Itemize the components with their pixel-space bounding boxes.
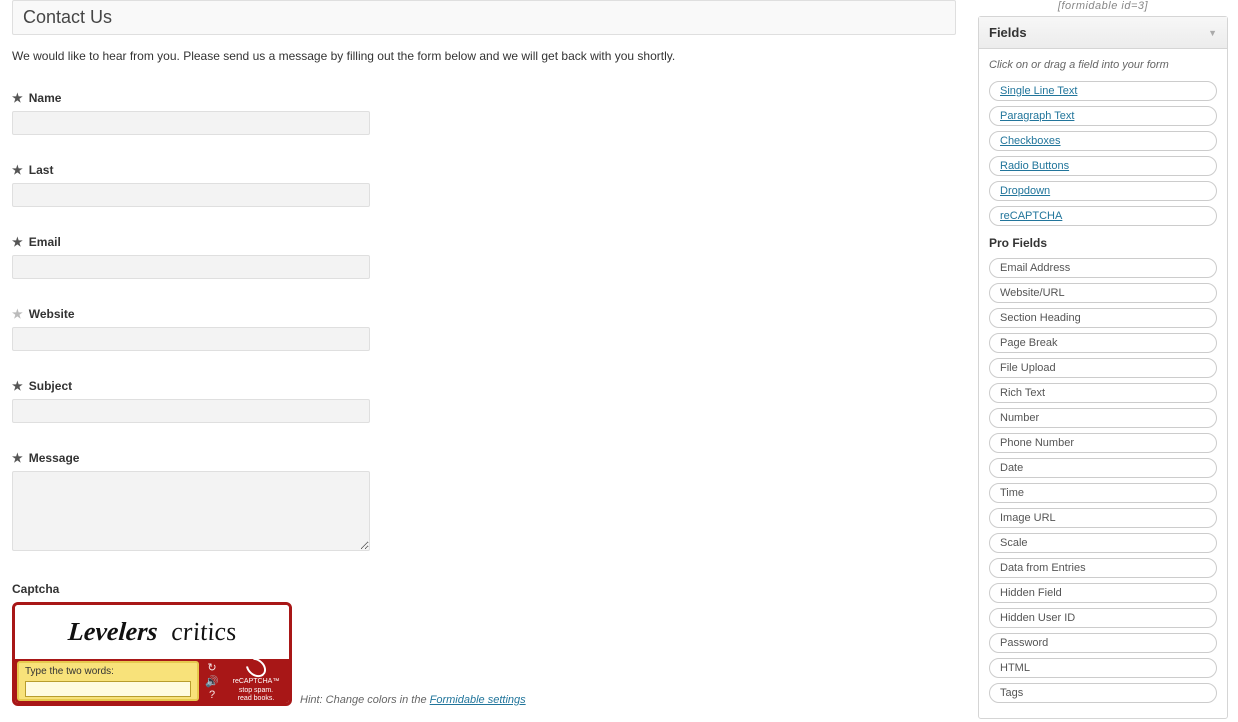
- fields-panel-hint: Click on or drag a field into your form: [989, 59, 1217, 71]
- required-icon: ★: [12, 91, 23, 105]
- field-type-hidden-field[interactable]: Hidden Field: [989, 583, 1217, 603]
- field-type-rich-text[interactable]: Rich Text: [989, 383, 1217, 403]
- required-icon: ★: [12, 379, 23, 393]
- captcha-hint: Hint: Change colors in the Formidable se…: [300, 694, 526, 706]
- field-type-time[interactable]: Time: [989, 483, 1217, 503]
- form-title: Contact Us: [23, 7, 945, 28]
- collapse-icon[interactable]: ▼: [1208, 28, 1217, 38]
- required-icon: ★: [12, 235, 23, 249]
- field-label: ★ Name: [12, 91, 956, 105]
- email-input[interactable]: [12, 255, 370, 279]
- field-subject[interactable]: ★ Subject: [12, 379, 956, 423]
- name-input[interactable]: [12, 111, 370, 135]
- recaptcha-input[interactable]: [25, 681, 191, 697]
- field-type-single-line-text[interactable]: Single Line Text: [989, 81, 1217, 101]
- captcha-label: Captcha: [12, 582, 956, 596]
- field-type-section-heading[interactable]: Section Heading: [989, 308, 1217, 328]
- required-icon: ★: [12, 163, 23, 177]
- field-type-date[interactable]: Date: [989, 458, 1217, 478]
- field-type-email-address[interactable]: Email Address: [989, 258, 1217, 278]
- recaptcha-entry-box: Type the two words:: [17, 661, 199, 701]
- required-icon: ★: [12, 451, 23, 465]
- field-message[interactable]: ★ Message: [12, 451, 956, 554]
- refresh-icon[interactable]: ↻: [207, 661, 216, 674]
- recaptcha-brand: reCAPTCHA™ stop spam. read books.: [223, 659, 289, 703]
- form-shortcode: [formidable id=3]: [978, 0, 1228, 16]
- field-type-paragraph-text[interactable]: Paragraph Text: [989, 106, 1217, 126]
- field-type-file-upload[interactable]: File Upload: [989, 358, 1217, 378]
- field-label: ★ Website: [12, 307, 956, 321]
- form-builder-canvas: Contact Us We would like to hear from yo…: [0, 0, 968, 722]
- field-type-html[interactable]: HTML: [989, 658, 1217, 678]
- field-type-image-url[interactable]: Image URL: [989, 508, 1217, 528]
- field-type-number[interactable]: Number: [989, 408, 1217, 428]
- field-name[interactable]: ★ Name: [12, 91, 956, 135]
- field-email[interactable]: ★ Email: [12, 235, 956, 279]
- website-input[interactable]: [12, 327, 370, 351]
- field-last[interactable]: ★ Last: [12, 163, 956, 207]
- field-captcha[interactable]: Captcha Levelers critics Type the two wo…: [12, 582, 956, 706]
- recaptcha-widget: Levelers critics Type the two words: ↻ 🔊…: [12, 602, 292, 706]
- recaptcha-prompt: Type the two words:: [25, 666, 191, 677]
- field-type-website-url[interactable]: Website/URL: [989, 283, 1217, 303]
- field-type-recaptcha[interactable]: reCAPTCHA: [989, 206, 1217, 226]
- message-textarea[interactable]: [12, 471, 370, 551]
- field-label: ★ Message: [12, 451, 956, 465]
- field-website[interactable]: ★ Website: [12, 307, 956, 351]
- field-type-data-from-entries[interactable]: Data from Entries: [989, 558, 1217, 578]
- field-type-hidden-user-id[interactable]: Hidden User ID: [989, 608, 1217, 628]
- form-description[interactable]: We would like to hear from you. Please s…: [12, 49, 956, 63]
- field-label: ★ Email: [12, 235, 956, 249]
- form-title-bar[interactable]: Contact Us: [12, 0, 956, 35]
- field-label: ★ Last: [12, 163, 956, 177]
- optional-icon: ★: [12, 307, 23, 321]
- field-type-password[interactable]: Password: [989, 633, 1217, 653]
- field-type-scale[interactable]: Scale: [989, 533, 1217, 553]
- last-input[interactable]: [12, 183, 370, 207]
- field-type-tags[interactable]: Tags: [989, 683, 1217, 703]
- field-type-checkboxes[interactable]: Checkboxes: [989, 131, 1217, 151]
- subject-input[interactable]: [12, 399, 370, 423]
- formidable-settings-link[interactable]: Formidable settings: [430, 694, 526, 706]
- field-type-page-break[interactable]: Page Break: [989, 333, 1217, 353]
- recaptcha-controls: ↻ 🔊 ?: [201, 659, 223, 703]
- field-type-dropdown[interactable]: Dropdown: [989, 181, 1217, 201]
- recaptcha-challenge-image: Levelers critics: [15, 605, 289, 659]
- field-type-radio-buttons[interactable]: Radio Buttons: [989, 156, 1217, 176]
- fields-sidebar: [formidable id=3] Fields ▼ Click on or d…: [978, 0, 1228, 722]
- fields-panel: Fields ▼ Click on or drag a field into y…: [978, 16, 1228, 719]
- help-icon[interactable]: ?: [209, 689, 215, 701]
- field-label: ★ Subject: [12, 379, 956, 393]
- fields-panel-header[interactable]: Fields ▼: [979, 17, 1227, 49]
- pro-fields-heading: Pro Fields: [989, 236, 1217, 250]
- field-type-phone-number[interactable]: Phone Number: [989, 433, 1217, 453]
- audio-icon[interactable]: 🔊: [205, 675, 219, 688]
- fields-panel-title: Fields: [989, 25, 1027, 40]
